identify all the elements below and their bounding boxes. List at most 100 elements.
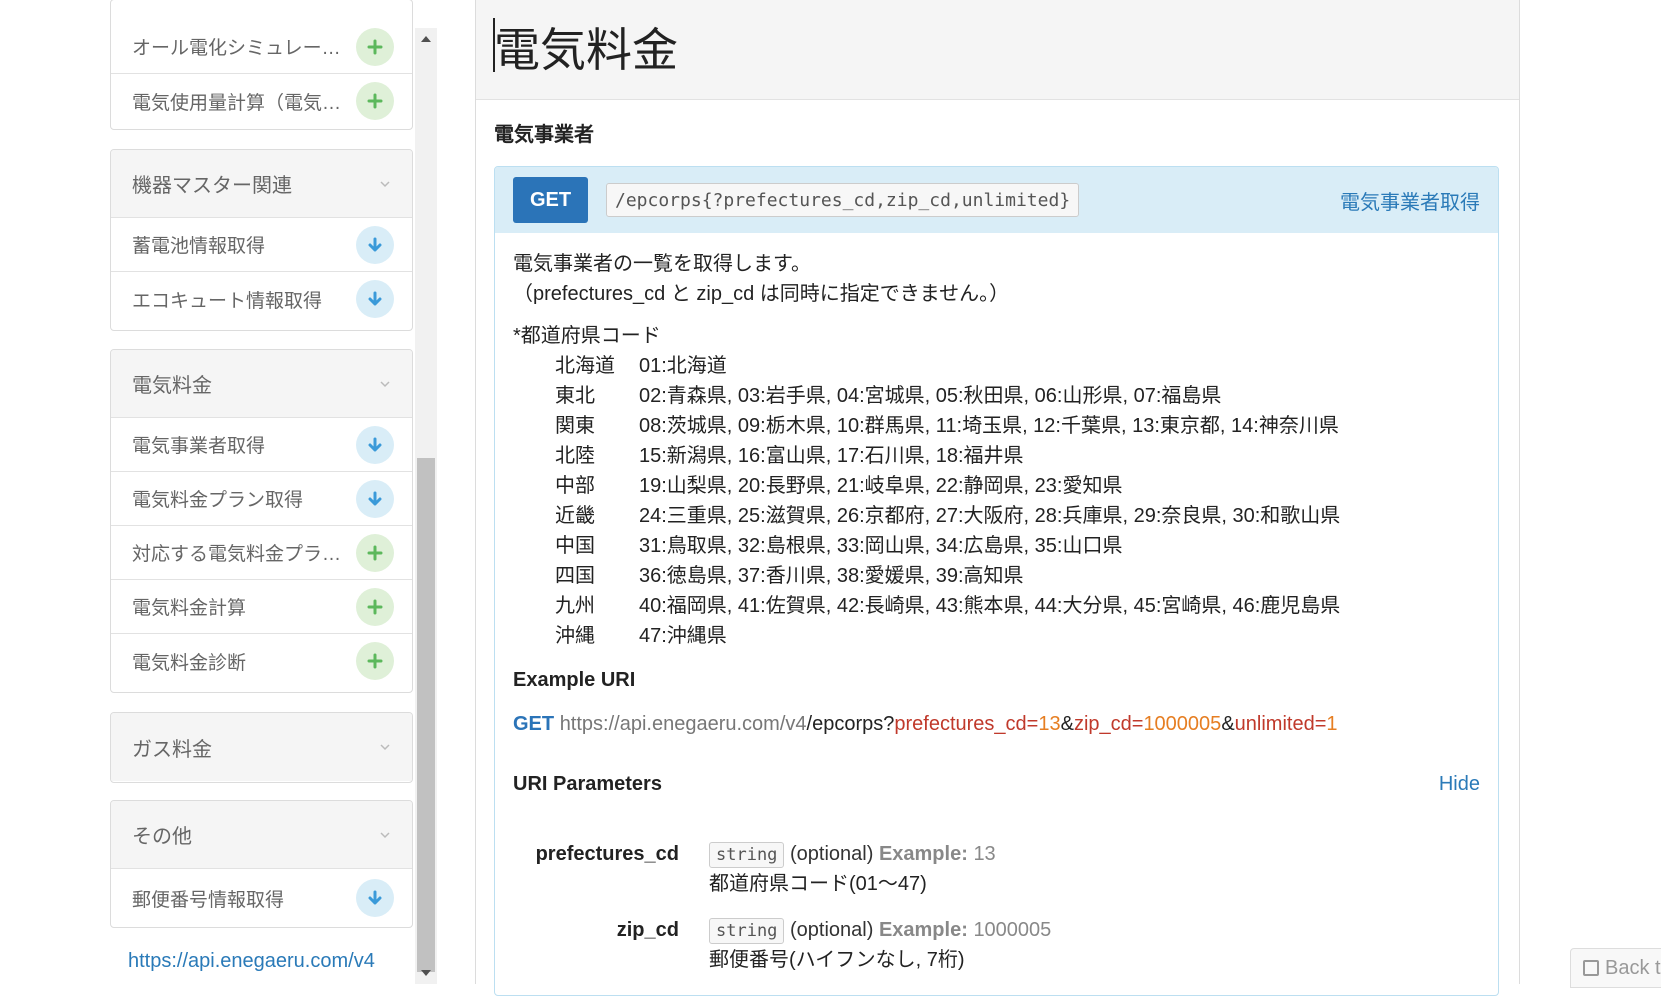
sidebar: オール電化シミュレー… 電気使用量計算（電気… 機器マスター関連 蓄電池情報取得… <box>0 0 440 984</box>
region-codes: 47:沖縄県 <box>639 625 727 647</box>
param-info: string (optional) Example: 1000005 郵便番号(… <box>709 915 1051 975</box>
sidebar-item-label: 電気料金計算 <box>132 598 247 619</box>
uri-params-header: URI Parameters Hide <box>513 769 1480 799</box>
sidebar-group-gas-rate: ガス料金 <box>110 712 413 783</box>
sidebar-item[interactable]: 電気事業者取得 <box>111 418 412 472</box>
region-codes: 40:福岡県, 41:佐賀県, 42:長崎県, 43:熊本県, 44:大分県, … <box>639 595 1341 617</box>
region-name: 中国 <box>555 535 595 557</box>
chevron-down-icon <box>380 744 390 751</box>
hide-params-link[interactable]: Hide <box>1439 773 1480 796</box>
region-codes: 08:茨城県, 09:栃木県, 10:群馬県, 11:埼玉県, 12:千葉県, … <box>639 415 1339 437</box>
sidebar-item-label: 電気事業者取得 <box>132 436 266 457</box>
sidebar-item-label: 蓄電池情報取得 <box>132 236 266 257</box>
plus-icon[interactable] <box>356 642 394 680</box>
prefecture-code-title: *都道府県コード <box>513 325 661 347</box>
download-icon[interactable] <box>356 479 394 518</box>
sidebar-item[interactable]: 電気使用量計算（電気… <box>111 74 412 128</box>
uri-params-title: URI Parameters <box>513 773 662 795</box>
param-example: 1000005 <box>973 919 1052 941</box>
region-codes: 15:新潟県, 16:富山県, 17:石川県, 18:福井県 <box>639 445 1024 467</box>
page-header: 電気料金 <box>476 0 1519 100</box>
sidebar-item-label: エコキュート情報取得 <box>132 290 323 312</box>
chevron-down-icon <box>380 180 390 187</box>
plus-icon[interactable] <box>356 533 394 572</box>
chevron-down-icon <box>380 831 390 838</box>
sidebar-group-header[interactable]: ガス料金 <box>111 713 412 781</box>
param-list: prefectures_cd string (optional) Example… <box>513 839 1480 975</box>
sidebar-item[interactable]: 電気料金プラン取得 <box>111 472 412 526</box>
sidebar-item-label: 郵便番号情報取得 <box>132 889 285 911</box>
method-badge[interactable]: GET <box>513 177 588 223</box>
sidebar-item[interactable]: オール電化シミュレー… <box>111 0 412 74</box>
param-optional: (optional) <box>789 919 874 941</box>
sidebar-group-device-master: 機器マスター関連 蓄電池情報取得 エコキュート情報取得 <box>110 149 413 331</box>
endpoint-body: 電気事業者の一覧を取得します。 （prefectures_cd と zip_cd… <box>495 233 1498 975</box>
download-icon[interactable] <box>356 425 394 464</box>
param-row: zip_cd string (optional) Example: 100000… <box>513 915 1480 975</box>
region-row: 東北 02:青森県, 03:岩手県, 04:宮城県, 05:秋田県, 06:山形県… <box>513 381 1480 411</box>
example-uri-title: Example URI <box>513 669 636 691</box>
region-row: 中国 31:鳥取県, 32:島根県, 33:岡山県, 34:広島県, 35:山口県 <box>513 531 1480 561</box>
base-url-link[interactable]: https://api.enegaeru.com/v4 <box>128 950 375 973</box>
region-name: 近畿 <box>555 505 595 527</box>
example-host: https://api.enegaeru.com/v4 <box>559 713 807 735</box>
example-amp: & <box>1221 713 1235 735</box>
plus-icon[interactable] <box>356 27 394 66</box>
example-param: unlimited= <box>1234 713 1327 735</box>
sidebar-item[interactable]: 郵便番号情報取得 <box>111 869 412 927</box>
region-name: 北陸 <box>555 445 595 467</box>
endpoint-description: 電気事業者の一覧を取得します。 （prefectures_cd と zip_cd… <box>513 249 1480 309</box>
plus-icon[interactable] <box>356 82 394 120</box>
param-example-label: Example: <box>878 919 968 941</box>
download-icon[interactable] <box>356 280 394 318</box>
scroll-down-arrow-icon[interactable] <box>415 962 437 984</box>
sidebar-group-header[interactable]: 電気料金 <box>111 350 412 418</box>
region-row: 九州 40:福岡県, 41:佐賀県, 42:長崎県, 43:熊本県, 44:大分県… <box>513 591 1480 621</box>
example-amp: & <box>1060 713 1074 735</box>
sidebar-scrollbar[interactable] <box>415 28 437 984</box>
param-optional: (optional) <box>789 843 874 865</box>
endpoint-header[interactable]: GET /epcorps{?prefectures_cd,zip_cd,unli… <box>495 167 1498 233</box>
plus-icon[interactable] <box>356 587 394 626</box>
download-icon[interactable] <box>356 225 394 264</box>
region-row: 四国 36:徳島県, 37:香川県, 38:愛媛県, 39:高知県 <box>513 561 1480 591</box>
scroll-up-arrow-icon[interactable] <box>415 28 437 50</box>
region-codes: 36:徳島県, 37:香川県, 38:愛媛県, 39:高知県 <box>639 565 1024 587</box>
chevron-down-icon <box>380 380 390 387</box>
region-name: 九州 <box>555 595 595 617</box>
example-method: GET <box>513 713 555 735</box>
back-to-top-button[interactable]: Back t <box>1570 948 1661 988</box>
param-description: 都道府県コード(01～47) <box>709 873 927 895</box>
example-param: prefectures_cd= <box>894 713 1039 735</box>
example-param: zip_cd= <box>1073 713 1144 735</box>
sidebar-item[interactable]: エコキュート情報取得 <box>111 272 412 326</box>
region-row: 沖縄 47:沖縄県 <box>513 621 1480 651</box>
sidebar-group-title: 機器マスター関連 <box>132 175 292 197</box>
param-example: 13 <box>973 843 996 865</box>
endpoint-name[interactable]: 電気事業者取得 <box>1340 186 1480 215</box>
endpoint-panel: GET /epcorps{?prefectures_cd,zip_cd,unli… <box>494 166 1499 996</box>
sidebar-group-title: その他 <box>132 826 192 848</box>
region-name: 東北 <box>555 385 595 407</box>
sidebar-group-header[interactable]: 機器マスター関連 <box>111 150 412 218</box>
sidebar-item[interactable]: 蓄電池情報取得 <box>111 218 412 272</box>
sidebar-group-other: その他 郵便番号情報取得 <box>110 800 413 928</box>
sidebar-item-label: 電気使用量計算（電気… <box>132 92 342 114</box>
example-value: 13 <box>1038 713 1061 735</box>
section-title: 電気事業者 <box>494 124 594 146</box>
param-name: zip_cd <box>616 919 679 941</box>
back-button-label: Back t <box>1605 956 1661 979</box>
example-value: 1 <box>1326 713 1338 735</box>
region-row: 中部 19:山梨県, 20:長野県, 21:岐阜県, 22:静岡県, 23:愛知県 <box>513 471 1480 501</box>
region-codes: 02:青森県, 03:岩手県, 04:宮城県, 05:秋田県, 06:山形県, … <box>639 385 1222 407</box>
region-name: 沖縄 <box>555 625 595 647</box>
region-codes: 24:三重県, 25:滋賀県, 26:京都府, 27:大阪府, 28:兵庫県, … <box>639 505 1341 527</box>
scroll-thumb[interactable] <box>417 458 435 972</box>
sidebar-item[interactable]: 対応する電気料金プラ… <box>111 526 412 580</box>
sidebar-group-header[interactable]: その他 <box>111 801 412 869</box>
region-codes: 01:北海道 <box>639 355 727 377</box>
sidebar-item[interactable]: 電気料金計算 <box>111 580 412 634</box>
download-icon[interactable] <box>356 879 394 917</box>
sidebar-item[interactable]: 電気料金診断 <box>111 634 412 688</box>
param-row: prefectures_cd string (optional) Example… <box>513 839 1480 899</box>
